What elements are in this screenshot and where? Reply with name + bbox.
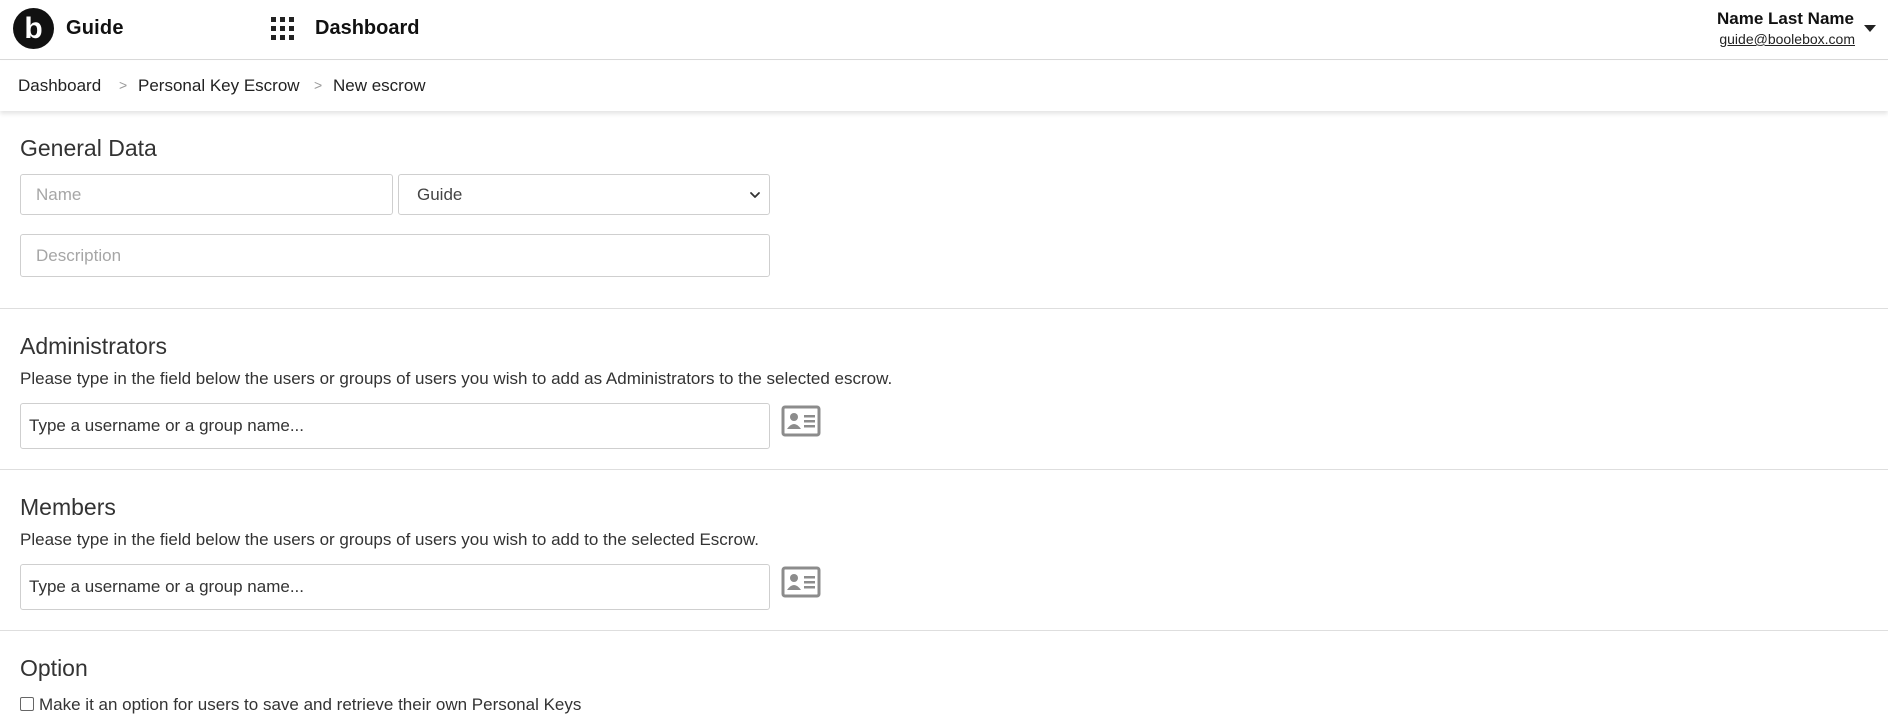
administrators-description: Please type in the field below the users… [20, 369, 893, 388]
breadcrumb-item-dashboard[interactable]: Dashboard [18, 76, 101, 96]
page-section-title[interactable]: Dashboard [315, 17, 419, 40]
apps-grid-icon[interactable] [271, 17, 295, 41]
section-divider [0, 630, 1888, 631]
user-email-link[interactable]: guide@boolebox.com [1719, 31, 1855, 47]
members-heading: Members [20, 494, 116, 520]
breadcrumb-item-new-escrow: New escrow [333, 76, 426, 95]
personal-keys-checkbox[interactable] [20, 697, 34, 711]
breadcrumb-separator: > [119, 77, 128, 93]
guide-select-value: Guide [417, 185, 463, 204]
members-input[interactable] [20, 564, 770, 610]
members-description: Please type in the field below the users… [20, 530, 759, 549]
section-divider [0, 469, 1888, 470]
contact-card-icon[interactable] [781, 566, 821, 598]
guide-select[interactable]: Guide [398, 174, 770, 215]
contact-card-icon[interactable] [781, 405, 821, 437]
breadcrumb: Dashboard > Personal Key Escrow > New es… [0, 61, 1888, 111]
user-name[interactable]: Name Last Name [1717, 9, 1854, 29]
personal-keys-checkbox-label[interactable]: Make it an option for users to save and … [39, 695, 581, 715]
administrators-input[interactable] [20, 403, 770, 449]
app-name: Guide [66, 17, 124, 39]
caret-down-icon[interactable] [1864, 25, 1876, 32]
description-field[interactable] [20, 234, 770, 277]
name-field[interactable] [20, 174, 393, 215]
section-divider [0, 308, 1888, 309]
breadcrumb-item-personal-key-escrow[interactable]: Personal Key Escrow [138, 76, 300, 96]
boolebox-logo-icon[interactable]: b [13, 8, 54, 49]
administrators-heading: Administrators [20, 333, 167, 359]
option-heading: Option [20, 655, 88, 681]
chevron-down-icon [750, 192, 760, 198]
general-data-heading: General Data [20, 135, 157, 161]
breadcrumb-separator: > [314, 77, 323, 93]
svg-text:b: b [24, 12, 42, 45]
top-header: b Guide Dashboard Name Last Name guide@b… [0, 0, 1888, 60]
